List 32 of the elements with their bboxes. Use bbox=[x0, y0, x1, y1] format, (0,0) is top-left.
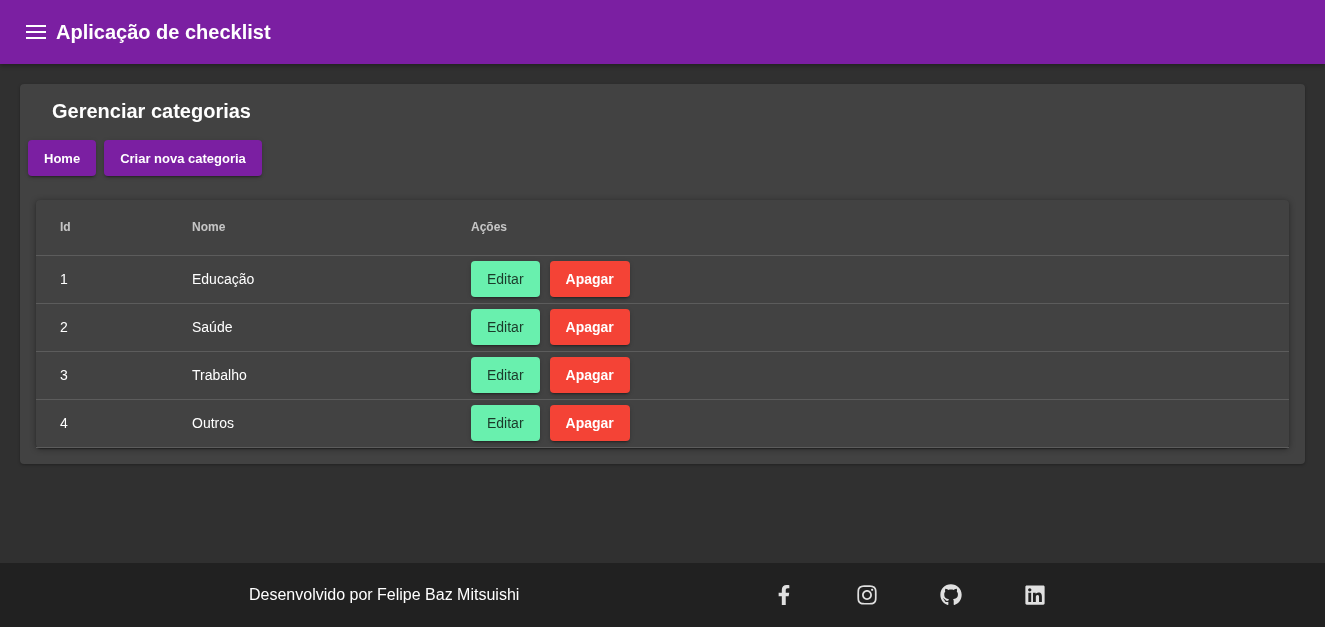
nav-button[interactable]: Home bbox=[28, 140, 97, 176]
name-cell: Saúde bbox=[176, 303, 455, 351]
column-header: Ações bbox=[455, 200, 1289, 255]
name-cell: Trabalho bbox=[176, 351, 455, 399]
id-cell: 2 bbox=[36, 303, 176, 351]
linkedin-icon bbox=[1024, 584, 1046, 606]
github-icon bbox=[940, 584, 962, 606]
delete-button[interactable]: Apagar bbox=[549, 309, 630, 345]
id-cell: 4 bbox=[36, 399, 176, 447]
delete-button[interactable]: Apagar bbox=[549, 357, 630, 393]
menu-button[interactable] bbox=[26, 25, 46, 39]
app-title: Aplicação de checklist bbox=[56, 20, 271, 44]
delete-button[interactable]: Apagar bbox=[549, 405, 630, 441]
instagram-icon bbox=[856, 584, 878, 606]
credit-text: Desenvolvido por Felipe Baz Mitsuishi bbox=[249, 586, 521, 604]
column-header: Id bbox=[36, 200, 176, 255]
social-link[interactable] bbox=[1024, 584, 1046, 606]
delete-button[interactable]: Apagar bbox=[549, 261, 630, 297]
menu-icon bbox=[26, 25, 46, 39]
edit-button[interactable]: Editar bbox=[471, 309, 540, 345]
edit-button[interactable]: Editar bbox=[471, 405, 540, 441]
id-cell: 1 bbox=[36, 255, 176, 303]
column-header: Nome bbox=[176, 200, 455, 255]
social-link[interactable] bbox=[940, 584, 962, 606]
nav-button[interactable]: Criar nova categoria bbox=[104, 140, 262, 176]
page-title: Gerenciar categorias bbox=[52, 100, 252, 122]
name-cell: Outros bbox=[176, 399, 455, 447]
social-link[interactable] bbox=[856, 584, 878, 606]
edit-button[interactable]: Editar bbox=[471, 357, 540, 393]
edit-button[interactable]: Editar bbox=[471, 261, 540, 297]
id-cell: 3 bbox=[36, 351, 176, 399]
name-cell: Educação bbox=[176, 255, 455, 303]
